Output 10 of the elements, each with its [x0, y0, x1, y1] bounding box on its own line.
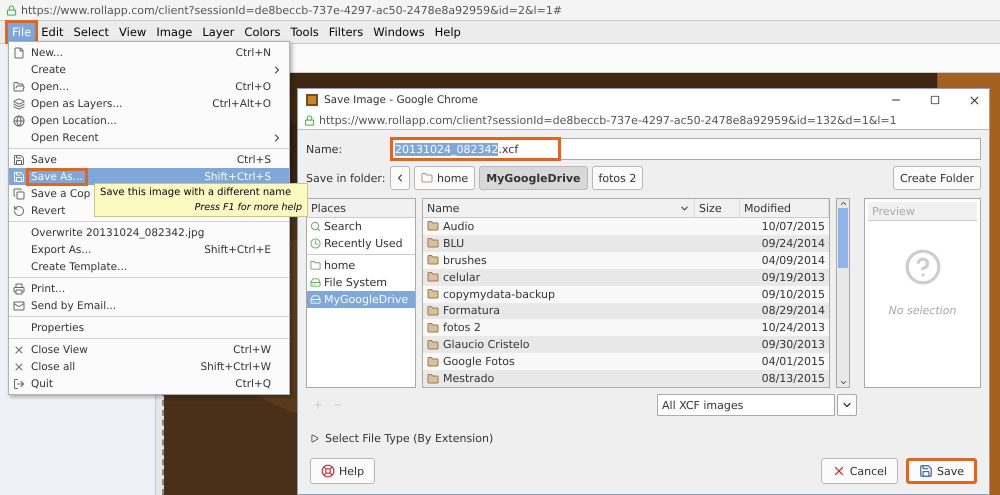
tooltip-hint: Press F1 for more help	[194, 201, 302, 214]
tooltip-text: Save this image with a different name	[100, 186, 292, 199]
preview-text: No selection	[888, 304, 956, 317]
url-text: https://www.rollapp.com/client?sessionId=de8beccb-737e-4297-ac50-2478e8a92959&id=132&d=1&l=1	[319, 114, 897, 126]
field-label: Save in folder:	[306, 172, 386, 184]
field-label: Name:	[306, 142, 344, 156]
column-header: Places	[307, 199, 415, 218]
window-title: Save Image - Google Chrome	[324, 94, 478, 106]
url-text: https://www.rollapp.com/client?sessionId=de8beccb-737e-4297-ac50-2478e8a92959&id=2&l=1#	[21, 4, 562, 16]
column-header: Preview	[868, 202, 977, 221]
